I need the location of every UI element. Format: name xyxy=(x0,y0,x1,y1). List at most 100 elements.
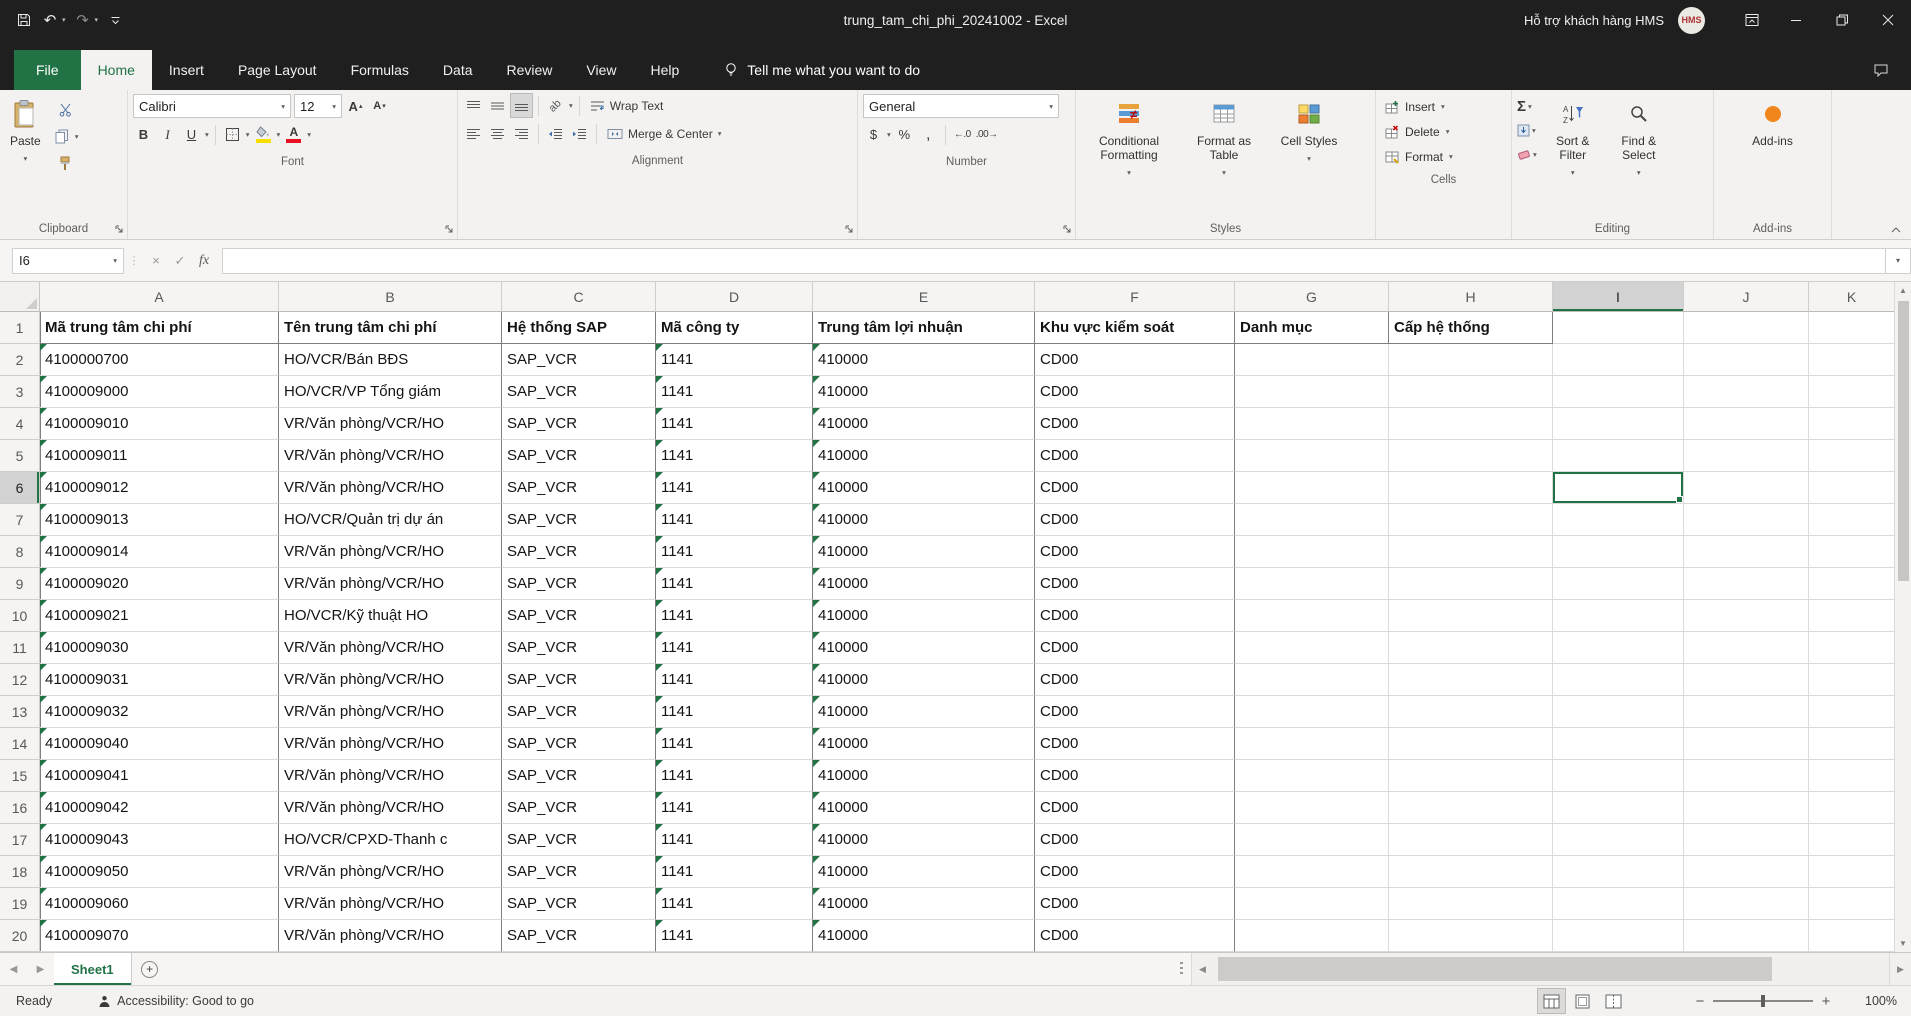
cell-K18[interactable] xyxy=(1809,856,1895,888)
cell-F7[interactable]: CD00 xyxy=(1035,504,1235,536)
cell-E15[interactable]: 410000 xyxy=(813,760,1035,792)
underline-chevron-icon[interactable]: ▾ xyxy=(205,130,209,139)
row-header-9[interactable]: 9 xyxy=(0,568,40,600)
cell-E3[interactable]: 410000 xyxy=(813,376,1035,408)
cell-A10[interactable]: 4100009021 xyxy=(40,600,279,632)
cell-H7[interactable] xyxy=(1389,504,1553,536)
addins-button[interactable]: Add-ins xyxy=(1747,94,1798,218)
cell-I15[interactable] xyxy=(1553,760,1684,792)
cell-C10[interactable]: SAP_VCR xyxy=(502,600,656,632)
row-header-19[interactable]: 19 xyxy=(0,888,40,920)
cell-F11[interactable]: CD00 xyxy=(1035,632,1235,664)
cell-D15[interactable]: 1141 xyxy=(656,760,813,792)
cell-B16[interactable]: VR/Văn phòng/VCR/HO xyxy=(279,792,502,824)
zoom-in-button[interactable]: + xyxy=(1815,993,1837,1010)
increase-font-size-button[interactable]: A▴ xyxy=(345,95,366,118)
cell-G7[interactable] xyxy=(1235,504,1389,536)
cell-G4[interactable] xyxy=(1235,408,1389,440)
sheet-tab-sheet1[interactable]: Sheet1 xyxy=(54,953,132,985)
cell-H20[interactable] xyxy=(1389,920,1553,952)
column-header-E[interactable]: E xyxy=(813,282,1035,312)
cell-H15[interactable] xyxy=(1389,760,1553,792)
accessibility-status[interactable]: Accessibility: Good to go xyxy=(98,994,254,1008)
cell-I9[interactable] xyxy=(1553,568,1684,600)
row-header-15[interactable]: 15 xyxy=(0,760,40,792)
cell-I2[interactable] xyxy=(1553,344,1684,376)
accounting-chevron-icon[interactable]: ▾ xyxy=(887,130,891,139)
cell-B3[interactable]: HO/VCR/VP Tổng giám xyxy=(279,376,502,408)
cell-K1[interactable] xyxy=(1809,312,1895,344)
cell-D3[interactable]: 1141 xyxy=(656,376,813,408)
font-color-chevron-icon[interactable]: ▾ xyxy=(307,130,311,139)
alignment-dialog-launcher[interactable] xyxy=(845,225,854,234)
chevron-down-icon[interactable]: ▾ xyxy=(75,132,79,141)
row-header-8[interactable]: 8 xyxy=(0,536,40,568)
cell-K6[interactable] xyxy=(1809,472,1895,504)
cell-F12[interactable]: CD00 xyxy=(1035,664,1235,696)
cell-D7[interactable]: 1141 xyxy=(656,504,813,536)
column-header-J[interactable]: J xyxy=(1684,282,1809,312)
cell-C20[interactable]: SAP_VCR xyxy=(502,920,656,952)
cell-H16[interactable] xyxy=(1389,792,1553,824)
cell-G12[interactable] xyxy=(1235,664,1389,696)
format-painter-button[interactable] xyxy=(52,152,79,175)
row-header-18[interactable]: 18 xyxy=(0,856,40,888)
redo-chevron-icon[interactable]: ▾ xyxy=(95,16,99,24)
cell-K5[interactable] xyxy=(1809,440,1895,472)
expand-formula-bar-button[interactable]: ▾ xyxy=(1885,248,1911,274)
column-header-B[interactable]: B xyxy=(279,282,502,312)
cell-D10[interactable]: 1141 xyxy=(656,600,813,632)
cell-K3[interactable] xyxy=(1809,376,1895,408)
row-header-5[interactable]: 5 xyxy=(0,440,40,472)
cell-G17[interactable] xyxy=(1235,824,1389,856)
wrap-text-button[interactable]: Wrap Text xyxy=(586,94,668,117)
cell-F1[interactable]: Khu vực kiểm soát xyxy=(1035,312,1235,344)
cell-D13[interactable]: 1141 xyxy=(656,696,813,728)
increase-decimal-button[interactable]: ←.0 xyxy=(952,123,973,146)
cell-G9[interactable] xyxy=(1235,568,1389,600)
fill-handle[interactable] xyxy=(1676,496,1683,503)
cell-H14[interactable] xyxy=(1389,728,1553,760)
fill-color-chevron-icon[interactable]: ▾ xyxy=(277,130,281,139)
cell-F15[interactable]: CD00 xyxy=(1035,760,1235,792)
cell-E5[interactable]: 410000 xyxy=(813,440,1035,472)
cell-F5[interactable]: CD00 xyxy=(1035,440,1235,472)
cell-H19[interactable] xyxy=(1389,888,1553,920)
cell-E18[interactable]: 410000 xyxy=(813,856,1035,888)
cell-I5[interactable] xyxy=(1553,440,1684,472)
cell-C6[interactable]: SAP_VCR xyxy=(502,472,656,504)
percent-style-button[interactable]: % xyxy=(894,123,915,146)
accounting-format-button[interactable]: $ xyxy=(863,123,884,146)
delete-cells-button[interactable]: Delete ▾ xyxy=(1381,119,1506,144)
cell-C17[interactable]: SAP_VCR xyxy=(502,824,656,856)
cell-B9[interactable]: VR/Văn phòng/VCR/HO xyxy=(279,568,502,600)
cell-B10[interactable]: HO/VCR/Kỹ thuật HO xyxy=(279,600,502,632)
cell-I20[interactable] xyxy=(1553,920,1684,952)
cell-A13[interactable]: 4100009032 xyxy=(40,696,279,728)
cell-I6[interactable] xyxy=(1553,472,1684,504)
close-button[interactable] xyxy=(1865,0,1911,40)
maximize-button[interactable] xyxy=(1819,0,1865,40)
number-format-select[interactable]: General ▾ xyxy=(863,94,1059,118)
cell-C1[interactable]: Hệ thống SAP xyxy=(502,312,656,344)
tell-me-box[interactable]: Tell me what you want to do xyxy=(724,50,920,90)
cell-A1[interactable]: Mã trung tâm chi phí xyxy=(40,312,279,344)
scroll-right-arrow[interactable]: ▶ xyxy=(1889,953,1911,985)
cell-E7[interactable]: 410000 xyxy=(813,504,1035,536)
row-header-10[interactable]: 10 xyxy=(0,600,40,632)
cell-K10[interactable] xyxy=(1809,600,1895,632)
cell-I3[interactable] xyxy=(1553,376,1684,408)
cell-A12[interactable]: 4100009031 xyxy=(40,664,279,696)
cell-K12[interactable] xyxy=(1809,664,1895,696)
cell-E19[interactable]: 410000 xyxy=(813,888,1035,920)
page-layout-view-button[interactable] xyxy=(1569,989,1596,1013)
cell-F18[interactable]: CD00 xyxy=(1035,856,1235,888)
cell-D11[interactable]: 1141 xyxy=(656,632,813,664)
cell-A4[interactable]: 4100009010 xyxy=(40,408,279,440)
select-all-corner[interactable] xyxy=(0,282,40,312)
cell-F14[interactable]: CD00 xyxy=(1035,728,1235,760)
fill-color-button[interactable] xyxy=(253,123,274,146)
cell-H13[interactable] xyxy=(1389,696,1553,728)
horizontal-scrollbar[interactable]: ◀ ▶ xyxy=(1191,953,1911,985)
undo-chevron-icon[interactable]: ▾ xyxy=(62,16,66,24)
